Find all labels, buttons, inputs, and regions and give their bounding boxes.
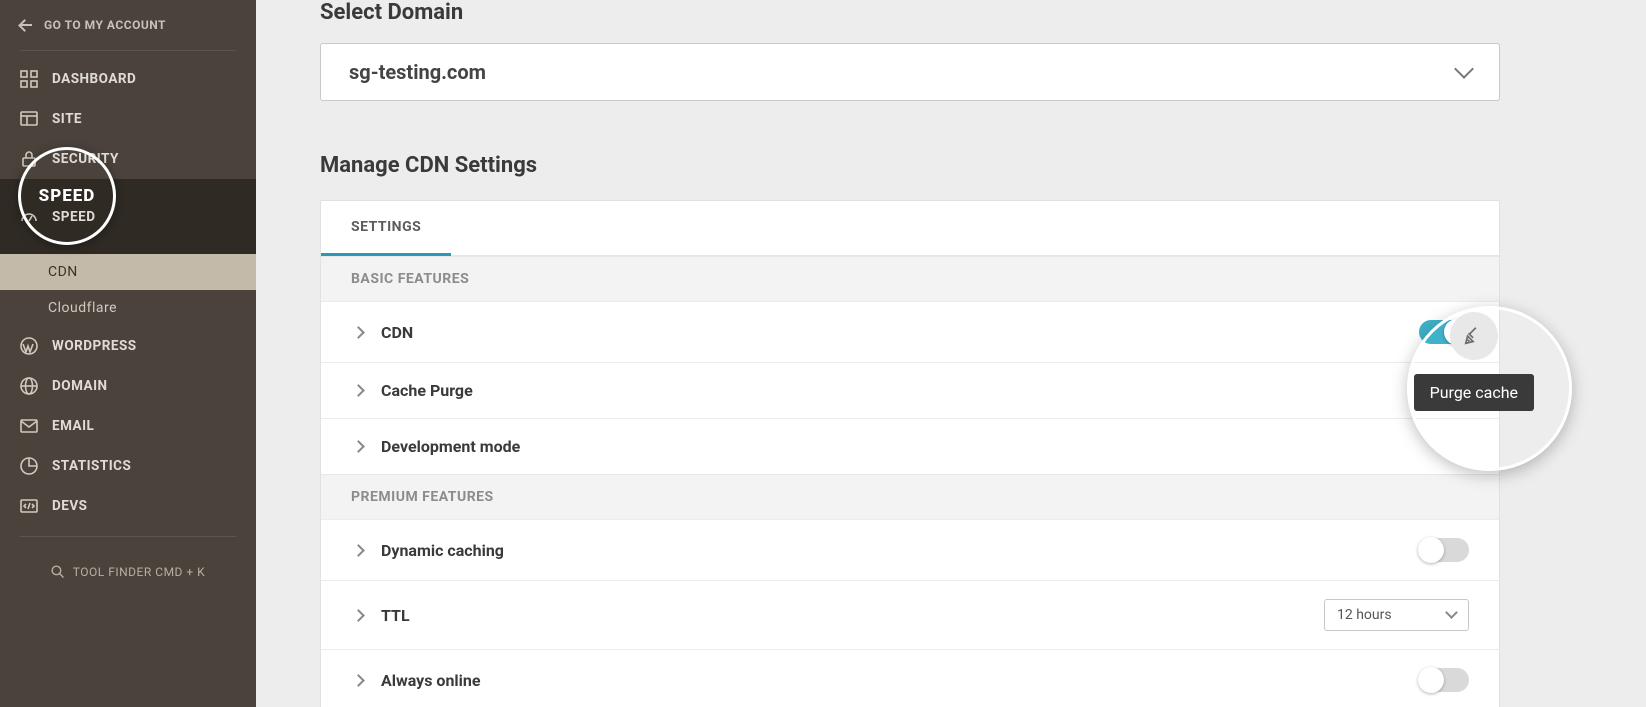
- expand-toggle[interactable]: [351, 608, 365, 622]
- chevron-right-icon: [352, 384, 365, 397]
- arrow-left-icon: [20, 20, 34, 30]
- sidebar-item-label: DEVS: [52, 498, 88, 514]
- site-icon: [20, 110, 38, 128]
- sidebar-sub-label: CDN: [48, 264, 78, 280]
- row-cache-purge: Cache Purge: [321, 362, 1499, 418]
- chevron-down-icon: [1454, 59, 1474, 79]
- chevron-right-icon: [352, 544, 365, 557]
- search-icon: [51, 565, 65, 579]
- expand-toggle[interactable]: [351, 440, 365, 454]
- sidebar-item-dashboard[interactable]: DASHBOARD: [0, 59, 256, 99]
- row-development-mode: Development mode: [321, 418, 1499, 474]
- ttl-select[interactable]: 12 hours: [1324, 599, 1469, 631]
- purge-cache-button[interactable]: [1450, 312, 1498, 360]
- divider: [20, 50, 236, 51]
- sidebar: GO TO MY ACCOUNT DASHBOARD SITE SECURITY: [0, 0, 256, 707]
- sidebar-item-site[interactable]: SITE: [0, 99, 256, 139]
- sidebar-item-security[interactable]: SECURITY: [0, 139, 256, 179]
- sidebar-item-devs[interactable]: DEVS: [0, 486, 256, 526]
- tab-settings[interactable]: SETTINGS: [321, 201, 451, 256]
- cdn-settings-panel: SETTINGS BASIC FEATURES CDN Cache Purge: [320, 200, 1500, 707]
- domain-dropdown[interactable]: sg-testing.com: [320, 43, 1500, 101]
- chevron-right-icon: [352, 674, 365, 687]
- mail-icon: [20, 417, 38, 435]
- row-label: Always online: [381, 671, 481, 690]
- domain-selected-value: sg-testing.com: [349, 60, 486, 84]
- go-to-account-label: GO TO MY ACCOUNT: [44, 18, 166, 32]
- sidebar-item-label: EMAIL: [52, 418, 94, 434]
- sidebar-item-speed[interactable]: SPEED: [0, 179, 256, 254]
- sidebar-sub-cdn[interactable]: CDN: [0, 254, 256, 290]
- row-label: Cache Purge: [381, 381, 473, 400]
- sidebar-sub-cloudflare[interactable]: Cloudflare: [0, 290, 256, 326]
- sidebar-item-label: SECURITY: [52, 151, 119, 167]
- row-label: TTL: [381, 606, 410, 625]
- sidebar-item-label: DOMAIN: [52, 378, 108, 394]
- tab-bar: SETTINGS: [321, 201, 1499, 256]
- expand-toggle[interactable]: [351, 543, 365, 557]
- chevron-right-icon: [352, 609, 365, 622]
- sidebar-sub-label: Cloudflare: [48, 300, 117, 316]
- sidebar-item-wordpress[interactable]: WORDPRESS: [0, 326, 256, 366]
- toggle-dynamic-caching[interactable]: [1419, 538, 1469, 562]
- sidebar-item-label: WORDPRESS: [52, 338, 137, 354]
- sidebar-item-label: SITE: [52, 111, 82, 127]
- row-label: Development mode: [381, 437, 520, 456]
- manage-cdn-title: Manage CDN Settings: [320, 153, 1500, 178]
- chevron-right-icon: [352, 440, 365, 453]
- sidebar-item-email[interactable]: EMAIL: [0, 406, 256, 446]
- row-label: Dynamic caching: [381, 541, 504, 560]
- row-cdn: CDN: [321, 301, 1499, 362]
- main-content: Select Domain sg-testing.com Manage CDN …: [256, 0, 1646, 707]
- sidebar-item-domain[interactable]: DOMAIN: [0, 366, 256, 406]
- tool-finder[interactable]: TOOL FINDER CMD + K: [0, 545, 256, 599]
- ttl-value: 12 hours: [1337, 607, 1392, 623]
- tool-finder-label: TOOL FINDER CMD + K: [73, 565, 205, 579]
- row-ttl: TTL 12 hours: [321, 580, 1499, 649]
- row-label: CDN: [381, 323, 413, 342]
- expand-toggle[interactable]: [351, 384, 365, 398]
- sidebar-item-label: SPEED: [52, 209, 95, 225]
- pie-chart-icon: [20, 457, 38, 475]
- dashboard-icon: [20, 70, 38, 88]
- sidebar-item-label: STATISTICS: [52, 458, 131, 474]
- row-dynamic-caching: Dynamic caching: [321, 519, 1499, 580]
- select-domain-title: Select Domain: [320, 0, 1500, 25]
- toggle-always-online[interactable]: [1419, 668, 1469, 692]
- chevron-right-icon: [352, 326, 365, 339]
- expand-toggle[interactable]: [351, 325, 365, 339]
- code-icon: [20, 497, 38, 515]
- broom-icon: [1463, 325, 1485, 347]
- row-always-online: Always online: [321, 649, 1499, 707]
- globe-icon: [20, 377, 38, 395]
- divider: [20, 536, 236, 537]
- sidebar-item-label: DASHBOARD: [52, 71, 136, 87]
- tab-label: SETTINGS: [351, 219, 421, 235]
- group-basic-features: BASIC FEATURES: [321, 256, 1499, 301]
- group-premium-features: PREMIUM FEATURES: [321, 474, 1499, 519]
- lock-icon: [20, 150, 38, 168]
- go-to-account-link[interactable]: GO TO MY ACCOUNT: [0, 0, 256, 46]
- gauge-icon: [20, 208, 38, 226]
- chevron-down-icon: [1445, 606, 1458, 619]
- sidebar-item-statistics[interactable]: STATISTICS: [0, 446, 256, 486]
- wordpress-icon: [20, 337, 38, 355]
- expand-toggle[interactable]: [351, 673, 365, 687]
